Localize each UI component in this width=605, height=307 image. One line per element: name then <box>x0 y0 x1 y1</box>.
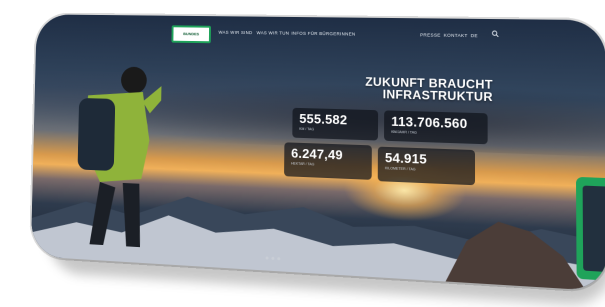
brand-logo[interactable]: BUNDES <box>171 25 211 44</box>
nav-link-presse[interactable]: PRESSE <box>420 32 441 37</box>
nav-link-kontakt[interactable]: KONTAKT <box>444 33 468 38</box>
stat-value: 113.706.560 <box>391 113 468 132</box>
brand-logo-text: BUNDES <box>183 31 200 37</box>
stat-value: 555.582 <box>299 110 348 128</box>
hero-headline: ZUKUNFT BRAUCHT INFRASTRUKTUR <box>364 75 493 105</box>
stat-value: 6.247,49 <box>291 145 343 163</box>
carousel-dot[interactable] <box>277 257 281 261</box>
nav-link-was-wir-tun[interactable]: WAS WIR TUN <box>257 30 290 35</box>
language-switch[interactable]: DE <box>471 33 478 38</box>
screenshot-frame: BUNDES WAS WIR SIND WAS WIR TUN INFOS FÜ… <box>30 14 605 292</box>
stat-card-1: 555.582 KM / TAG <box>292 107 379 141</box>
carousel-dot[interactable] <box>271 256 275 260</box>
top-navigation: BUNDES WAS WIR SIND WAS WIR TUN INFOS FÜ… <box>36 14 605 55</box>
carousel-dots <box>265 246 283 265</box>
nav-link-was-wir-sind[interactable]: WAS WIR SIND <box>218 30 252 35</box>
stat-card-2: 113.706.560 KM/JAHR / TAG <box>384 110 488 145</box>
nav-link-infos[interactable]: INFOS FÜR BÜRGERINNEN <box>291 31 355 37</box>
stat-card-3: 6.247,49 HEKTAR / TAG <box>284 142 372 180</box>
carousel-dot[interactable] <box>265 256 269 260</box>
side-panel-image <box>582 185 605 273</box>
search-icon[interactable] <box>492 30 499 37</box>
headline-line-2: INFRASTRUKTUR <box>382 87 493 105</box>
stat-card-4: 54.915 KILOMETER / TAG <box>377 146 476 186</box>
hiker-figure <box>77 66 162 248</box>
side-panel[interactable] <box>575 176 605 281</box>
